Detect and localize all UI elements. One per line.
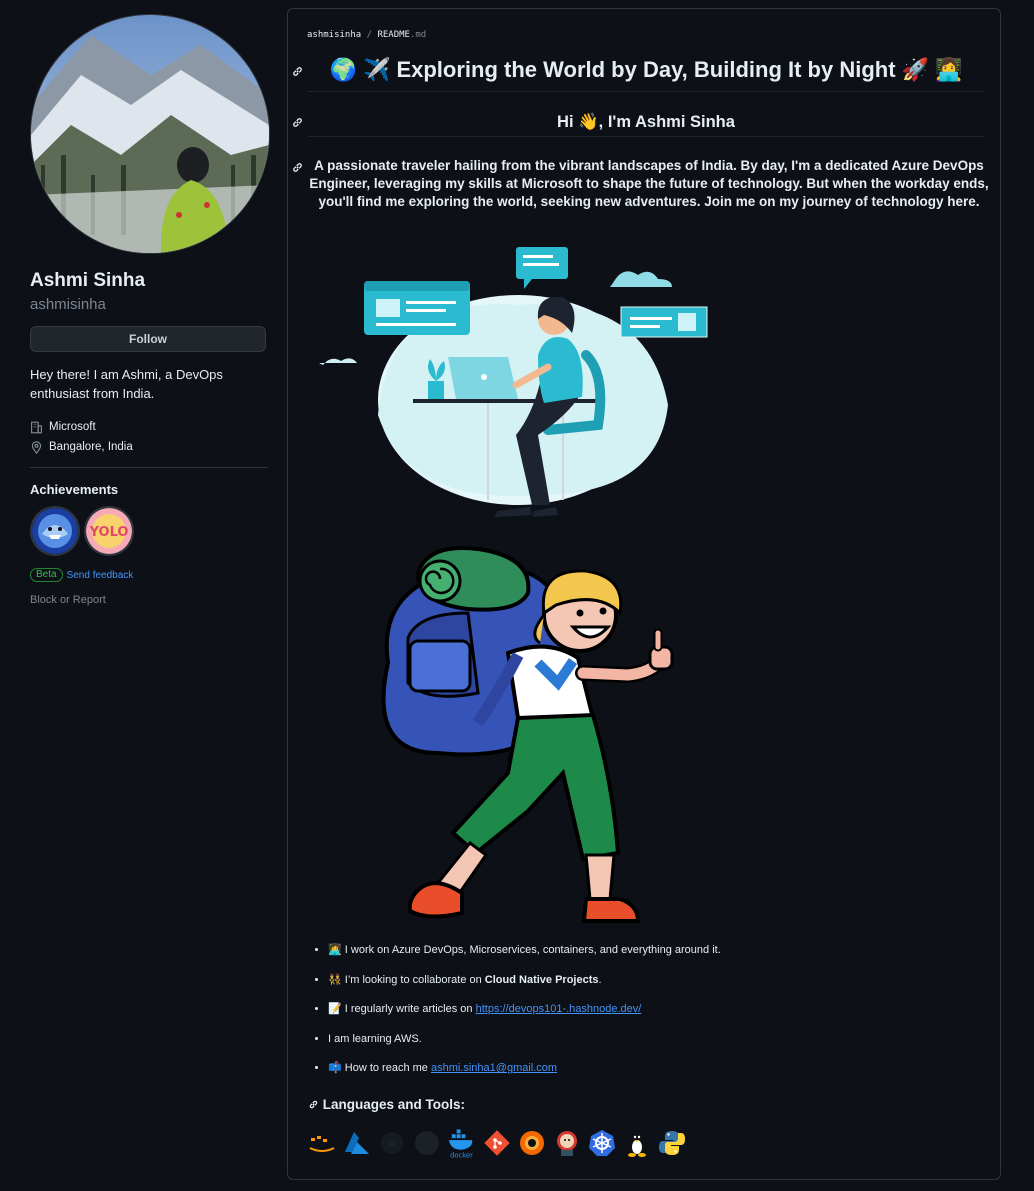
achievements-heading: Achievements: [30, 482, 119, 497]
bullet-text: .: [598, 973, 602, 986]
beta-badge: Beta: [30, 568, 63, 582]
list-item: 👩‍💻 I work on Azure DevOps, Microservice…: [328, 941, 721, 971]
building-icon: [31, 421, 42, 433]
breadcrumb-separator: /: [366, 30, 373, 40]
azure-icon[interactable]: [341, 1126, 372, 1160]
follow-button[interactable]: Follow: [30, 326, 266, 352]
anchor-link-icon[interactable]: [291, 116, 304, 129]
list-item: 📫 How to reach me ashmi.sinha1@gmail.com: [328, 1059, 721, 1089]
profile-avatar[interactable]: [30, 14, 270, 254]
readme-container: ashmisinha / README.md 🌍 ✈️ Exploring th…: [287, 8, 1001, 1180]
anchor-link-icon[interactable]: [291, 65, 304, 78]
send-feedback-link[interactable]: Send feedback: [67, 570, 134, 581]
bullet-text: I am learning AWS.: [328, 1032, 422, 1045]
list-item: 👯 I’m looking to collaborate on Cloud Na…: [328, 971, 721, 1001]
bullet-text: I’m looking to collaborate on: [344, 973, 485, 986]
python-icon[interactable]: [656, 1126, 687, 1160]
email-link[interactable]: ashmi.sinha1@gmail.com: [431, 1062, 557, 1074]
bullet-bold-text: Cloud Native Projects: [484, 973, 599, 986]
profile-sidebar: Ashmi Sinha ashmisinha Follow Hey there!…: [30, 14, 270, 606]
aws-icon[interactable]: [306, 1126, 337, 1160]
languages-tools-title: Languages and Tools:: [322, 1097, 466, 1112]
git-icon[interactable]: [481, 1126, 512, 1160]
anchor-link-icon[interactable]: [291, 161, 304, 174]
dancers-emoji-icon: 👯: [328, 973, 342, 986]
docker-icon[interactable]: docker: [446, 1126, 477, 1160]
mailbox-emoji-icon: 📫: [328, 1062, 342, 1075]
bullet-text: How to reach me: [344, 1062, 431, 1075]
location-row: Bangalore, India: [30, 437, 268, 457]
backpacker-illustration: [381, 546, 674, 923]
circleci-icon[interactable]: [376, 1126, 407, 1160]
readme-intro-paragraph: A passionate traveler hailing from the v…: [309, 158, 989, 209]
readme-breadcrumb: ashmisinha / README.md: [307, 30, 426, 40]
company-text: Microsoft: [49, 421, 96, 433]
profile-username: ashmisinha: [30, 296, 106, 313]
breadcrumb-user[interactable]: ashmisinha: [307, 30, 361, 40]
achievement-shark-badge[interactable]: [30, 506, 80, 556]
jenkins-icon[interactable]: [551, 1126, 582, 1160]
profile-display-name: Ashmi Sinha: [30, 270, 146, 291]
grafana-icon[interactable]: [516, 1126, 547, 1160]
achievement-yolo-badge[interactable]: YOLO: [84, 506, 134, 556]
anchor-link-icon[interactable]: [308, 1099, 319, 1110]
laptop-working-illustration: [319, 247, 708, 517]
breadcrumb-file[interactable]: README: [377, 30, 410, 40]
readme-bullet-list: 👩‍💻 I work on Azure DevOps, Microservice…: [308, 941, 721, 1089]
technologist-emoji-icon: 👩‍💻: [328, 944, 342, 956]
list-item: I am learning AWS.: [328, 1030, 721, 1060]
bullet-text: I work on Azure DevOps, Microservices, c…: [344, 944, 721, 956]
memo-emoji-icon: 📝: [328, 1003, 342, 1016]
bullet-text: I regularly write articles on: [344, 1003, 476, 1016]
docker-wordmark: docker: [450, 1152, 473, 1160]
linux-icon[interactable]: [621, 1126, 652, 1160]
languages-tools-heading: Languages and Tools:: [308, 1097, 465, 1112]
company-row: Microsoft: [30, 417, 268, 437]
svg-text:YOLO: YOLO: [89, 525, 129, 540]
readme-heading-greeting: Hi 👋, I'm Ashmi Sinha: [308, 113, 984, 137]
tools-icon-row: docker: [306, 1126, 687, 1160]
location-pin-icon: [31, 440, 42, 454]
blog-link[interactable]: https://devops101-.hashnode.dev/: [476, 1003, 642, 1015]
circleci-dark-icon[interactable]: [411, 1126, 442, 1160]
profile-bio: Hey there! I am Ashmi, a DevOps enthusia…: [30, 367, 223, 401]
list-item: 📝 I regularly write articles on https://…: [328, 1000, 721, 1030]
readme-heading-title: 🌍 ✈️ Exploring the World by Day, Buildin…: [308, 57, 984, 92]
kubernetes-icon[interactable]: [586, 1126, 617, 1160]
sidebar-divider: [30, 467, 268, 468]
location-text: Bangalore, India: [49, 441, 133, 453]
breadcrumb-extension: .md: [409, 30, 427, 40]
block-report-link[interactable]: Block or Report: [30, 594, 268, 606]
